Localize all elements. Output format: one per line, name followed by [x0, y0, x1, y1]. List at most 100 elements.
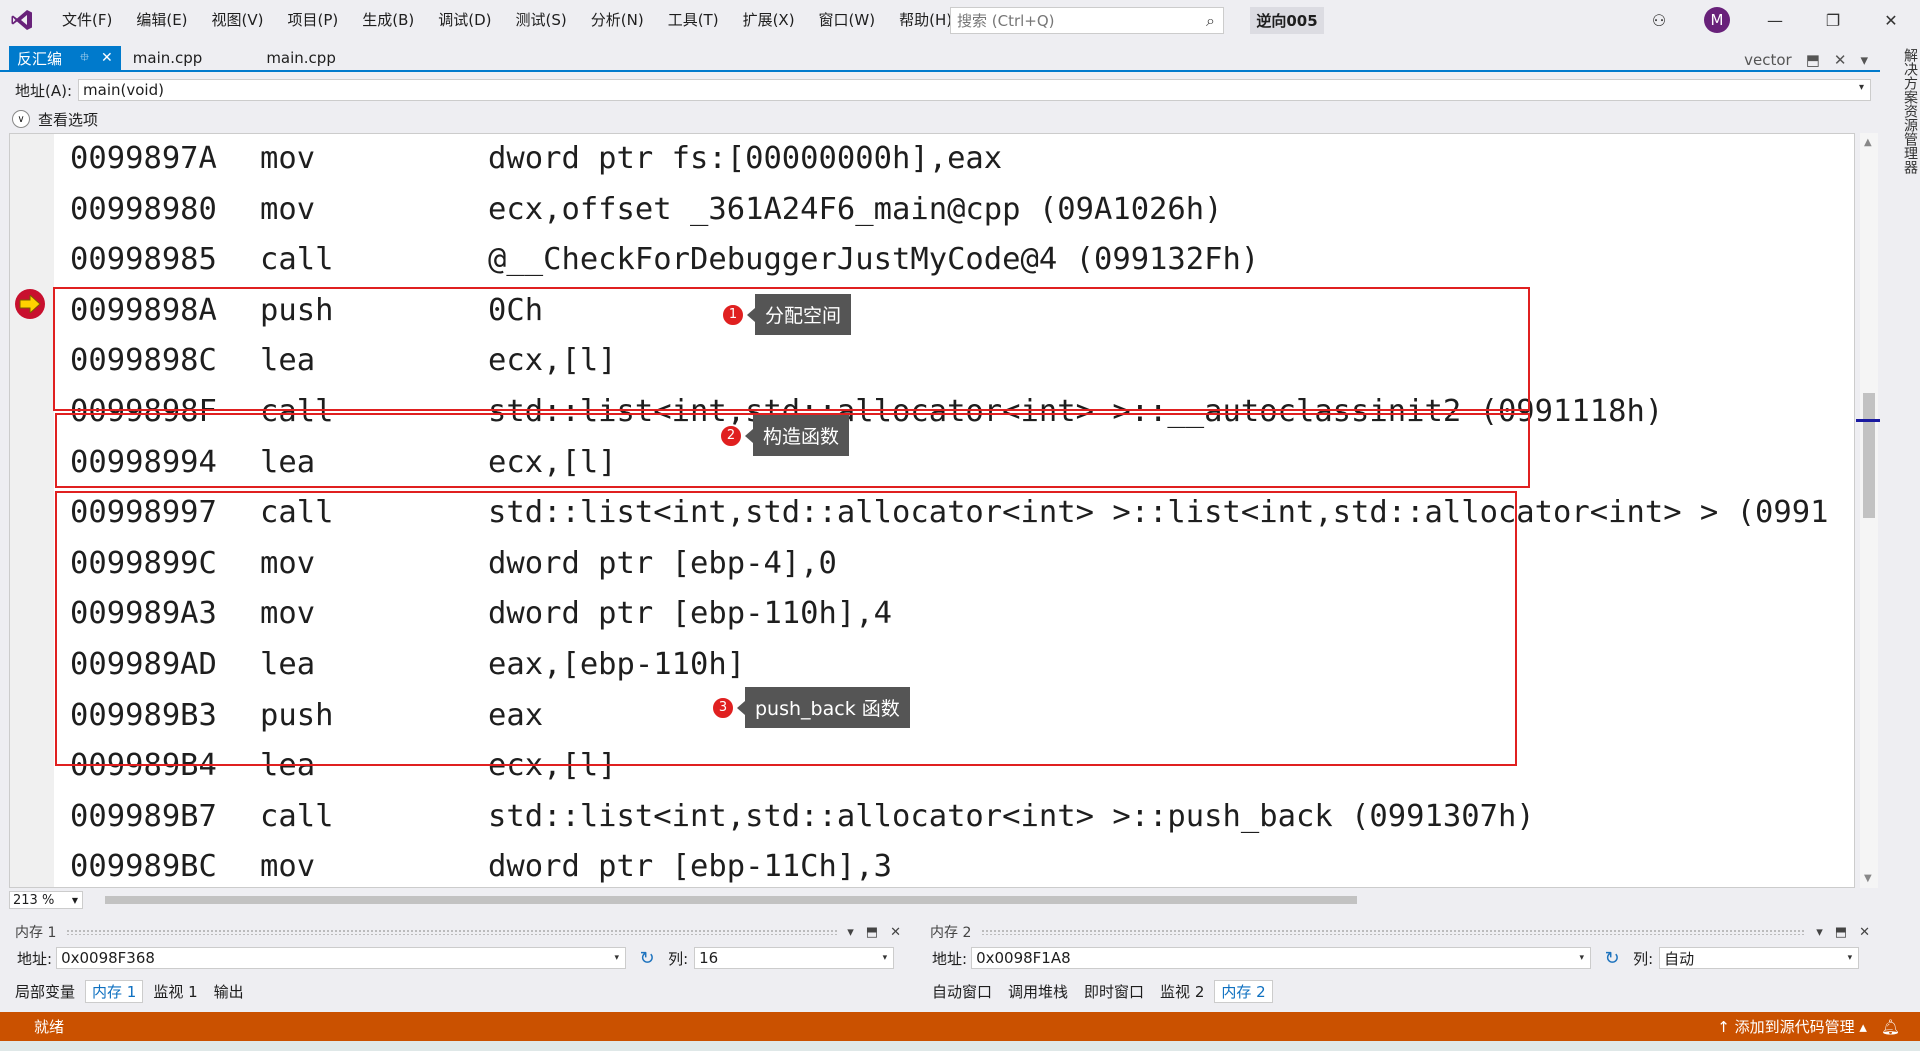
menu-view[interactable]: 视图(V): [200, 0, 276, 40]
instruction-operands: @__CheckForDebuggerJustMyCode@4 (099132F…: [488, 242, 1260, 278]
tab-autos[interactable]: 自动窗口: [926, 981, 998, 1002]
chevron-down-icon[interactable]: ▾: [883, 953, 888, 963]
chevron-down-icon[interactable]: ▾: [1848, 953, 1853, 963]
tab-locals[interactable]: 局部变量: [9, 981, 81, 1002]
notifications-icon[interactable]: 🔔︎: [1881, 1018, 1900, 1036]
memory-2-columns-select[interactable]: 自动 ▾: [1659, 947, 1860, 969]
restore-button[interactable]: ❐: [1804, 0, 1862, 40]
menu-extensions[interactable]: 扩展(X): [731, 0, 807, 40]
address-input[interactable]: main(void) ▾: [78, 79, 1871, 101]
memory-2-header: 内存 2 ▾ ⬒ ✕: [924, 920, 1878, 944]
menu-tools[interactable]: 工具(T): [656, 0, 731, 40]
live-share-icon[interactable]: ⚇: [1630, 0, 1688, 40]
memory-2-address-input[interactable]: 0x0098F1A8 ▾: [971, 947, 1592, 969]
disassembly-line[interactable]: 0099899C mov dword ptr [ebp-4],0: [60, 539, 1860, 590]
disassembly-line[interactable]: 009989BC mov dword ptr [ebp-11Ch],3: [60, 842, 1860, 893]
chevron-down-icon[interactable]: ▾: [1859, 82, 1864, 93]
close-tab-icon[interactable]: ✕: [101, 50, 113, 66]
status-bar: 就绪 ↑ 添加到源代码管理 ▴ 🔔︎: [0, 1012, 1920, 1041]
preview-tab-label[interactable]: vector: [1744, 51, 1792, 69]
chevron-down-icon[interactable]: ▾: [1580, 953, 1585, 963]
instruction-operands: std::list<int,std::allocator<int> >::__a…: [488, 393, 1664, 429]
pin-icon[interactable]: ⬒: [866, 925, 878, 940]
close-button[interactable]: ✕: [1862, 0, 1920, 40]
instruction-address: 009989A3: [70, 596, 217, 632]
vertical-scrollbar[interactable]: ▲ ▼: [1856, 133, 1880, 888]
tab-immediate[interactable]: 即时窗口: [1078, 981, 1150, 1002]
horizontal-scrollbar[interactable]: [105, 896, 1357, 904]
chevron-down-icon[interactable]: ▼: [72, 896, 78, 905]
chevron-down-icon[interactable]: ▾: [615, 953, 620, 963]
close-icon[interactable]: ✕: [1859, 925, 1870, 940]
tab-disassembly[interactable]: 反汇编 ⯐ ✕: [9, 46, 121, 70]
disassembly-line[interactable]: 00998997 call std::list<int,std::allocator…: [60, 488, 1860, 539]
memory-1-address-input[interactable]: 0x0098F368 ▾: [56, 947, 627, 969]
disassembly-line[interactable]: 0099898C lea ecx,[l]: [60, 336, 1860, 387]
disassembly-line[interactable]: 0099898F call std::list<int,std::allocator…: [60, 387, 1860, 438]
memory-1-columns-select[interactable]: 16 ▾: [694, 947, 895, 969]
preview-close-icon[interactable]: ✕: [1834, 51, 1847, 69]
memory-1-header: 内存 1 ▾ ⬒ ✕: [9, 920, 909, 944]
disassembly-line[interactable]: 0099897A mov dword ptr fs:[00000000h],eax: [60, 134, 1860, 185]
instruction-address: 009989B3: [70, 697, 217, 733]
pin-icon[interactable]: ⬒: [1835, 925, 1847, 940]
tab-main-cpp-1[interactable]: main.cpp: [121, 46, 215, 70]
refresh-icon[interactable]: ↻: [1601, 948, 1623, 969]
disassembly-line[interactable]: 009989B7 call std::list<int,std::allocator…: [60, 792, 1860, 843]
account-button[interactable]: M: [1688, 0, 1746, 40]
drag-grip[interactable]: [66, 929, 838, 935]
tab-call-stack[interactable]: 调用堆栈: [1002, 981, 1074, 1002]
tab-watch-2[interactable]: 监视 2: [1154, 981, 1210, 1002]
disassembly-line[interactable]: 00998994 lea ecx,[l]: [60, 438, 1860, 489]
preview-pin-icon[interactable]: ⬒: [1806, 51, 1820, 69]
scroll-down-icon[interactable]: ▼: [1864, 873, 1872, 884]
menu-project[interactable]: 项目(P): [276, 0, 351, 40]
disassembly-line[interactable]: 009989A3 mov dword ptr [ebp-110h],4: [60, 589, 1860, 640]
tab-memory-2[interactable]: 内存 2: [1214, 979, 1273, 1003]
tab-watch-1[interactable]: 监视 1: [147, 981, 203, 1002]
memory-1-columns-label: 列:: [668, 949, 689, 968]
menu-test[interactable]: 测试(S): [504, 0, 579, 40]
disassembly-line[interactable]: 009989AD lea eax,[ebp-110h]: [60, 640, 1860, 691]
minimize-button[interactable]: —: [1746, 0, 1804, 40]
instruction-address: 0099898C: [70, 343, 217, 379]
menu-file[interactable]: 文件(F): [50, 0, 124, 40]
address-label: 地址(A):: [15, 81, 73, 100]
tab-dropdown-icon[interactable]: ▾: [1860, 51, 1868, 69]
dropdown-icon[interactable]: ▾: [847, 925, 854, 940]
visual-studio-logo-icon[interactable]: [0, 0, 44, 40]
view-options[interactable]: ∨ 查看选项: [12, 108, 98, 130]
disassembly-line[interactable]: 009989B4 lea ecx,[l]: [60, 741, 1860, 792]
close-icon[interactable]: ✕: [890, 925, 901, 940]
menu-build[interactable]: 生成(B): [350, 0, 426, 40]
tab-main-cpp-2[interactable]: main.cpp: [254, 46, 348, 70]
tab-memory-1[interactable]: 内存 1: [85, 979, 144, 1003]
disassembly-line[interactable]: 00998980 mov ecx,offset _361A24F6_main@cpp…: [60, 185, 1860, 236]
search-input[interactable]: 搜索 (Ctrl+Q) ⌕: [950, 7, 1224, 34]
title-bar: 文件(F) 编辑(E) 视图(V) 项目(P) 生成(B) 调试(D) 测试(S…: [0, 0, 1920, 40]
disassembly-view[interactable]: 0099897A mov dword ptr fs:[00000000h],eax 0…: [9, 133, 1855, 888]
tab-output[interactable]: 输出: [208, 981, 250, 1002]
solution-explorer-tab[interactable]: 解决方案资源管理器: [1884, 44, 1920, 184]
pin-icon[interactable]: ⯐: [80, 48, 89, 69]
drag-grip[interactable]: [981, 929, 1807, 935]
zoom-select[interactable]: 213 % ▼: [9, 891, 83, 909]
source-control-button[interactable]: ↑ 添加到源代码管理 ▴: [1717, 1016, 1867, 1037]
menu-edit[interactable]: 编辑(E): [124, 0, 199, 40]
scroll-up-icon[interactable]: ▲: [1864, 137, 1872, 148]
indicator-margin[interactable]: [10, 134, 54, 887]
disassembly-line[interactable]: 009989B3 push eax: [60, 691, 1860, 742]
instruction-address: 00998997: [70, 495, 217, 531]
disassembly-line[interactable]: 0099898A push 0Ch: [60, 286, 1860, 337]
chevron-down-icon[interactable]: ∨: [12, 110, 30, 128]
document-tabs: 反汇编 ⯐ ✕ main.cpp main.cpp vector ⬒ ✕ ▾: [0, 46, 1880, 72]
disassembly-line[interactable]: 00998985 call @__CheckForDebuggerJustMyCod…: [60, 235, 1860, 286]
scrollbar-thumb[interactable]: [1863, 393, 1875, 518]
menu-window[interactable]: 窗口(W): [807, 0, 888, 40]
menu-analyze[interactable]: 分析(N): [579, 0, 656, 40]
tab-overflow-area: vector ⬒ ✕ ▾: [1730, 48, 1868, 72]
memory-2-address-value: 0x0098F1A8: [976, 949, 1071, 967]
menu-debug[interactable]: 调试(D): [426, 0, 503, 40]
refresh-icon[interactable]: ↻: [636, 948, 658, 969]
dropdown-icon[interactable]: ▾: [1816, 925, 1823, 940]
